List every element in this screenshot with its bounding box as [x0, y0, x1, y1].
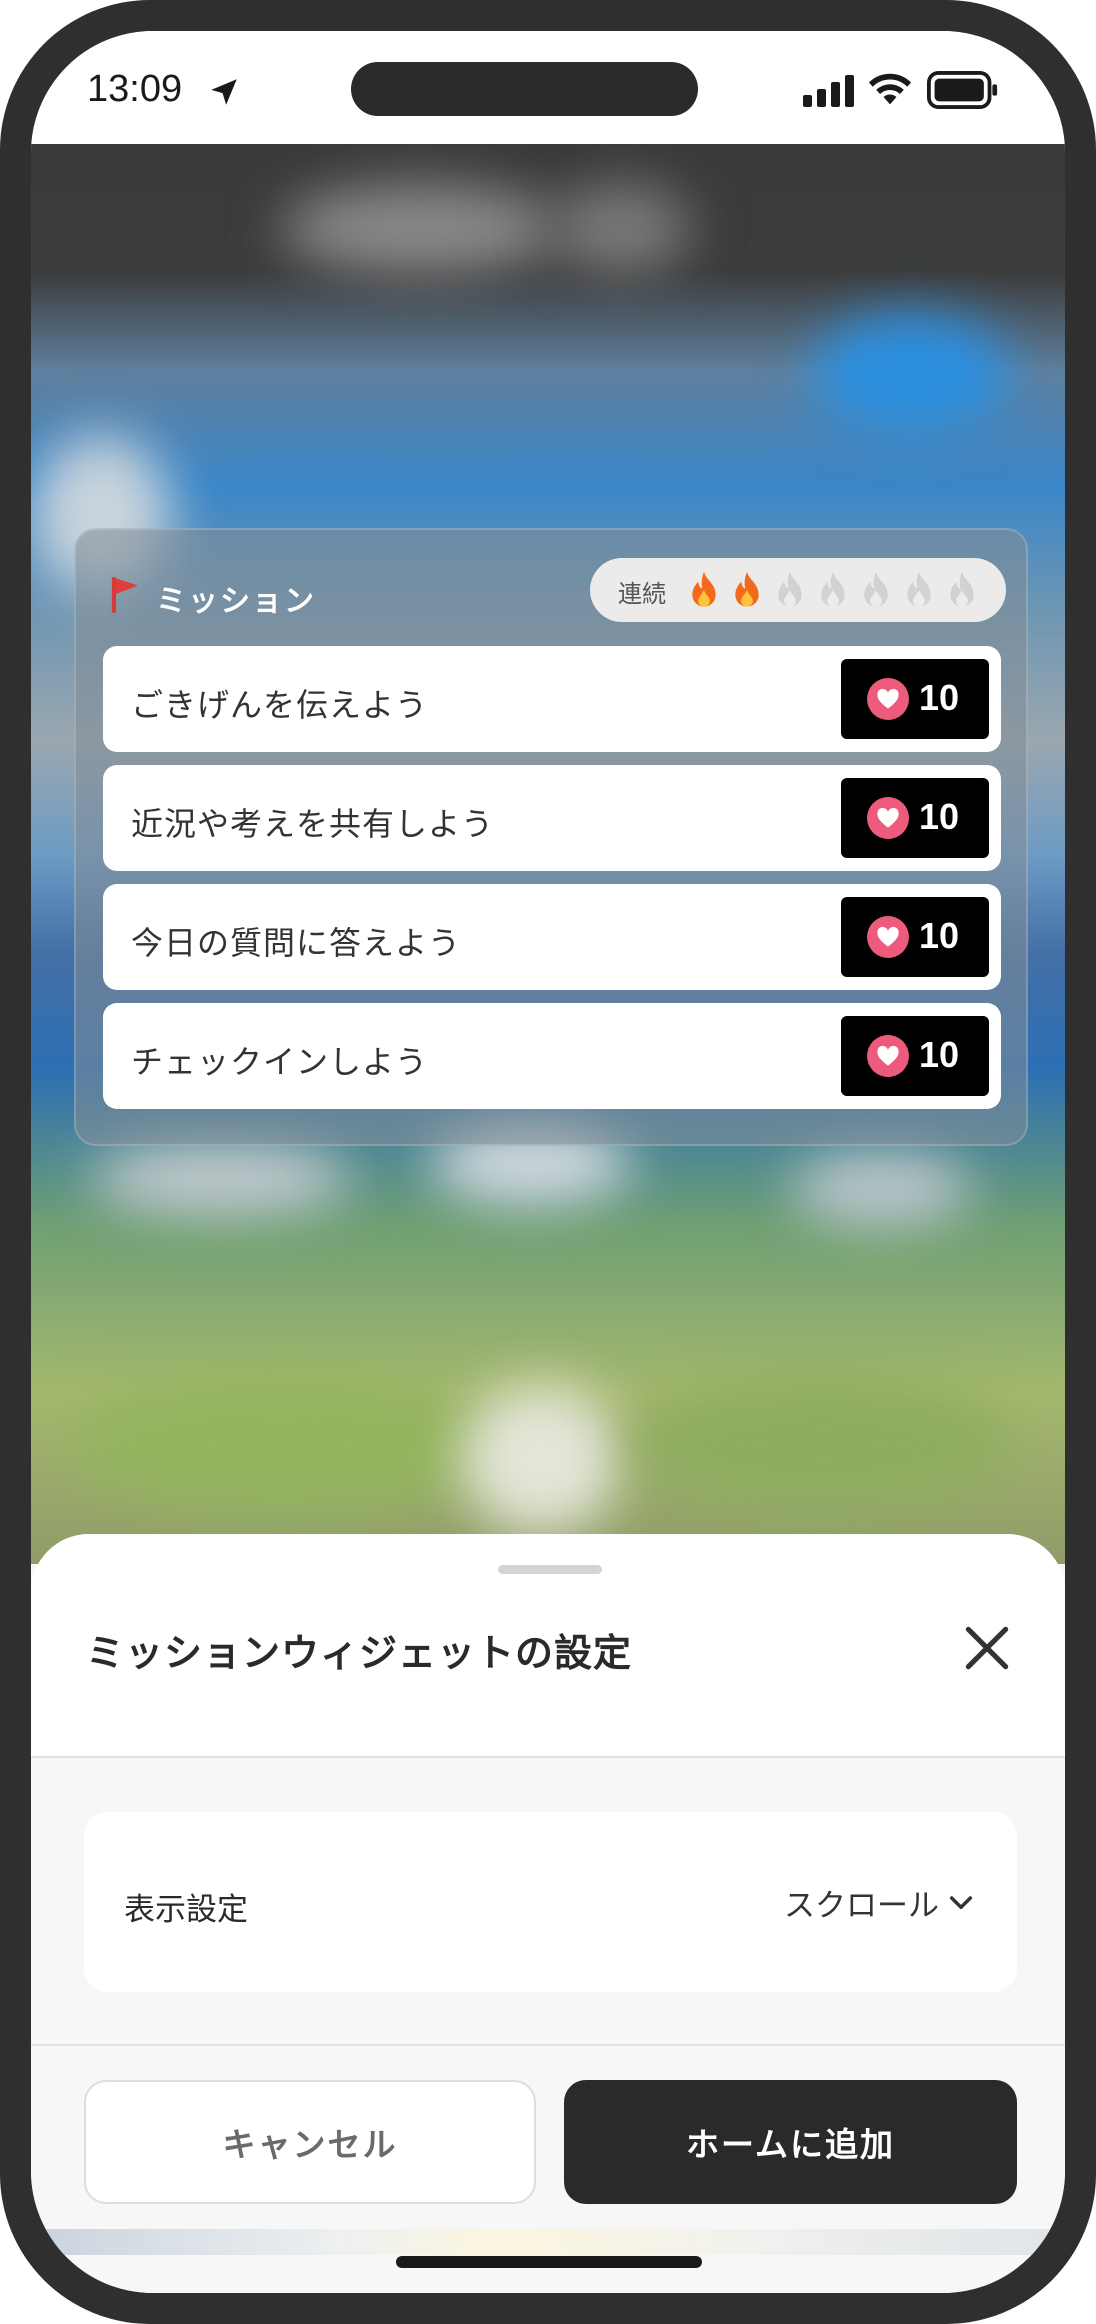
signal-icon	[803, 75, 854, 107]
battery-icon	[927, 71, 998, 109]
mission-item[interactable]: チェックインしよう 10	[103, 1003, 1001, 1109]
streak-flames	[686, 570, 980, 610]
phone-frame: 13:09 ミッション 連続 ごきげんを伝えよう 10 近況や考えを共有しよう …	[0, 0, 1096, 2324]
mission-item[interactable]: 今日の質問に答えよう 10	[103, 884, 1001, 990]
reward-badge: 10	[841, 778, 989, 858]
reward-value: 10	[919, 1034, 960, 1075]
mission-widget[interactable]: ミッション 連続 ごきげんを伝えよう 10 近況や考えを共有しよう 10 今日の…	[74, 528, 1028, 1146]
flame-icon-inactive	[778, 571, 802, 607]
reward-value: 10	[919, 796, 960, 837]
mission-item[interactable]: 近況や考えを共有しよう 10	[103, 765, 1001, 871]
flag-icon	[111, 577, 139, 613]
display-setting-value: スクロール	[784, 1887, 939, 1924]
reward-value: 10	[919, 915, 960, 956]
mission-label: 近況や考えを共有しよう	[131, 805, 495, 843]
display-setting-card: 表示設定 スクロール	[84, 1812, 1017, 1992]
reward-badge: 10	[841, 897, 989, 977]
mission-item[interactable]: ごきげんを伝えよう 10	[103, 646, 1001, 752]
cancel-button[interactable]: キャンセル	[84, 2080, 536, 2204]
sheet-grabber[interactable]	[498, 1565, 602, 1574]
reward-value: 10	[919, 677, 960, 718]
dynamic-island	[351, 62, 698, 116]
flame-icon-active	[735, 571, 759, 607]
flame-icon-inactive	[864, 571, 888, 607]
settings-sheet: ミッションウィジェットの設定 表示設定 スクロール キャンセル ホームに追加	[31, 1534, 1065, 2293]
location-arrow-icon	[211, 79, 237, 105]
chevron-down-icon	[949, 1896, 973, 1910]
widget-header: ミッション 連続	[76, 530, 1026, 646]
reward-badge: 10	[841, 659, 989, 739]
streak-label: 連続	[618, 580, 666, 608]
sheet-title: ミッションウィジェットの設定	[86, 1631, 633, 1675]
close-icon[interactable]	[959, 1620, 1015, 1676]
reward-badge: 10	[841, 1016, 989, 1096]
wifi-icon	[868, 73, 912, 105]
flame-icon-active	[692, 571, 716, 607]
flame-icon-inactive	[907, 571, 931, 607]
heart-icon	[867, 1035, 909, 1077]
status-time: 13:09	[87, 68, 183, 110]
divider	[31, 2044, 1065, 2046]
streak-indicator: 連続	[590, 558, 1006, 622]
heart-icon	[867, 678, 909, 720]
widget-title: ミッション	[156, 584, 316, 619]
home-indicator[interactable]	[396, 2256, 702, 2268]
add-to-home-button[interactable]: ホームに追加	[564, 2080, 1017, 2204]
mission-label: チェックインしよう	[131, 1043, 429, 1081]
heart-icon	[867, 797, 909, 839]
mission-label: ごきげんを伝えよう	[131, 686, 429, 724]
heart-icon	[867, 916, 909, 958]
display-setting-select[interactable]: スクロール	[784, 1880, 977, 1924]
screen: 13:09 ミッション 連続 ごきげんを伝えよう 10 近況や考えを共有しよう …	[31, 31, 1065, 2293]
flame-icon-inactive	[821, 571, 845, 607]
sheet-header: ミッションウィジェットの設定	[31, 1534, 1065, 1758]
flame-icon-inactive	[950, 571, 974, 607]
display-setting-label: 表示設定	[124, 1892, 248, 1928]
background-peek	[31, 2229, 1065, 2255]
status-bar: 13:09	[31, 31, 1065, 144]
mission-label: 今日の質問に答えよう	[131, 924, 462, 962]
